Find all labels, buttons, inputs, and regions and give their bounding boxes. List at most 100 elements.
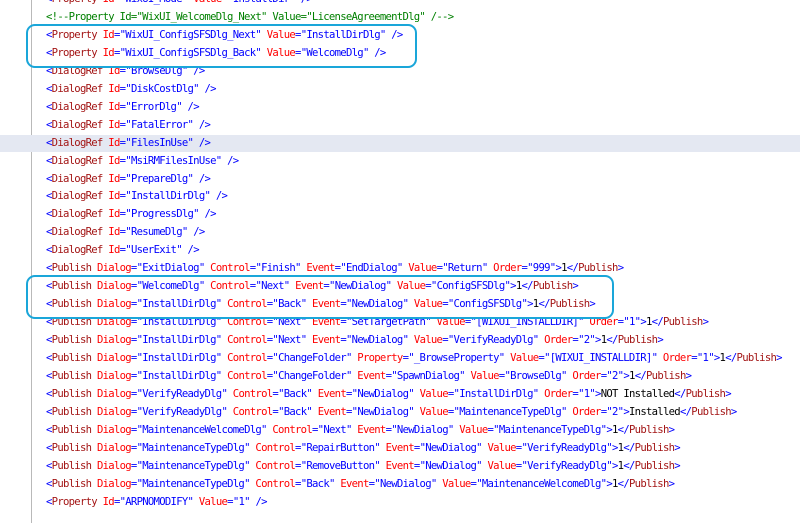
tag-bracket: > [674, 459, 680, 472]
code-line[interactable]: <Publish Dialog="MaintenanceTypeDlg" Con… [46, 476, 675, 493]
attribute-value: "1" [696, 352, 715, 364]
code-line[interactable]: <Publish Dialog="InstallDirDlg" Control=… [46, 350, 782, 367]
attribute-value: "RepairButton" [300, 441, 381, 454]
tag-bracket: > [725, 387, 731, 400]
element-name: Publish [51, 405, 92, 418]
code-line[interactable]: <Publish Dialog="InstallDirDlg" Control=… [46, 368, 692, 385]
attribute-value: "ResumeDlg" [125, 226, 188, 239]
tag-bracket: > [668, 477, 675, 490]
attribute-name: Control [255, 441, 296, 454]
code-line[interactable]: <Publish Dialog="MaintenanceTypeDlg" Con… [46, 458, 681, 475]
editor-gutter [0, 0, 26, 523]
tag-bracket: </ [606, 334, 618, 347]
code-editor[interactable]: <Property Id="WixUI_Mode" Value="Install… [0, 0, 800, 523]
highlight-box [26, 275, 614, 320]
attribute-value: "BrowseDlg" [504, 369, 567, 382]
attribute-name: Value [470, 369, 500, 382]
attribute-value: "ErrorDlg" [125, 100, 182, 113]
attribute-value: "InstallDirDlg" [136, 334, 223, 347]
tag-bracket: > [674, 441, 680, 454]
fold-guide-line [31, 0, 32, 523]
attribute-name: Order [572, 369, 601, 382]
code-line[interactable]: <Publish Dialog="VerifyReadyDlg" Control… [46, 386, 732, 403]
attribute-name: Control [227, 352, 267, 364]
element-name: Publish [51, 459, 92, 472]
attribute-value: "_BrowseProperty" [408, 352, 505, 364]
element-name: Publish [51, 441, 92, 454]
tag-bracket: /> [210, 190, 228, 203]
tag-bracket: </ [623, 459, 635, 472]
attribute-value: "MaintenanceTypeDlg" [136, 441, 251, 454]
tag-bracket: /> [181, 244, 200, 257]
attribute-name: Id [108, 82, 120, 95]
tag-bracket: </ [566, 262, 579, 275]
element-name: Publish [634, 459, 675, 472]
attribute-value: "NewDialog" [351, 387, 415, 400]
code-line[interactable]: <DialogRef Id="PrepareDlg" /> [46, 171, 211, 188]
attribute-name: Value [198, 495, 228, 508]
attribute-value: "1" [232, 495, 251, 508]
attribute-value: "InstallDirDlg" [136, 369, 223, 382]
tag-bracket: /> [193, 136, 211, 149]
attribute-name: Id [108, 226, 120, 239]
attribute-value: "1" [623, 316, 641, 329]
attribute-value: "NewDialog" [346, 334, 409, 347]
code-line[interactable]: <DialogRef Id="FilesInUse" /> [0, 134, 800, 152]
attribute-name: Value [510, 352, 539, 364]
element-name: Publish [51, 423, 92, 436]
code-line[interactable]: <Publish Dialog="InstallDirDlg" Control=… [46, 332, 664, 349]
code-line[interactable]: <DialogRef Id="FatalError" /> [46, 117, 211, 134]
code-line[interactable]: <Publish Dialog="MaintenanceTypeDlg" Con… [46, 440, 681, 457]
attribute-name: Id [108, 208, 120, 221]
attribute-name: Id [108, 118, 120, 131]
tag-bracket: /> [181, 100, 200, 113]
element-name: DialogRef [51, 154, 104, 167]
attribute-name: Dialog [96, 262, 132, 275]
attribute-name: Id [108, 190, 120, 203]
tag-bracket: /> [187, 226, 205, 239]
element-name: Publish [685, 387, 726, 400]
element-name: DialogRef [51, 244, 104, 257]
code-line[interactable]: <DialogRef Id="MsiRMFilesInUse" /> [46, 153, 239, 170]
code-line[interactable]: <Publish Dialog="MaintenanceWelcomeDlg" … [46, 422, 675, 439]
attribute-name: Order [544, 387, 573, 400]
attribute-value: "NewDialog" [374, 477, 437, 490]
tag-bracket: > [776, 352, 782, 364]
attribute-value: "Finish" [255, 262, 301, 275]
attribute-name: Control [210, 262, 250, 275]
attribute-value: "MsiRMFilesInUse" [125, 154, 222, 167]
xml-comment: <!--Property Id="WixUI_WelcomeDlg_Next" … [46, 10, 454, 23]
attribute-value: "999" [527, 262, 556, 275]
element-name: Publish [629, 477, 669, 490]
attribute-value: "VerifyReadyDlg" [136, 405, 228, 418]
element-name: Publish [51, 387, 92, 400]
code-line[interactable]: <DialogRef Id="DiskCostDlg" /> [46, 81, 217, 98]
element-name: Publish [617, 334, 658, 347]
attribute-value: "UserExit" [125, 244, 182, 257]
attribute-value: "2" [606, 369, 624, 382]
code-line[interactable]: <DialogRef Id="UserExit" /> [46, 242, 200, 259]
attribute-value: "MaintenanceWelcomeDlg" [476, 477, 607, 490]
attribute-name: Event [385, 459, 415, 472]
code-line[interactable]: <Property Id="WixUI_Mode" Value="Install… [46, 0, 313, 8]
attribute-name: Value [442, 477, 471, 490]
attribute-name: Id [108, 244, 120, 257]
code-line[interactable]: <Publish Dialog="VerifyReadyDlg" Control… [46, 404, 737, 421]
code-line[interactable]: <DialogRef Id="InstallDirDlg" /> [46, 188, 228, 205]
element-name: DialogRef [51, 82, 104, 95]
attribute-name: Control [272, 423, 312, 436]
code-line[interactable]: <DialogRef Id="ErrorDlg" /> [46, 99, 200, 116]
element-name: Property [52, 0, 98, 5]
code-line[interactable]: <DialogRef Id="ProgressDlg" /> [46, 206, 217, 223]
tag-bracket: /> [198, 82, 217, 95]
tag-bracket: </ [725, 352, 737, 364]
attribute-value: "PrepareDlg" [125, 172, 194, 185]
code-line[interactable]: <Property Id="ARPNOMODIFY" Value="1" /> [46, 494, 268, 511]
element-name: DialogRef [51, 100, 104, 113]
attribute-name: Id [108, 100, 120, 113]
code-line[interactable]: <DialogRef Id="ResumeDlg" /> [46, 224, 205, 241]
attribute-value: "MaintenanceTypeDlg" [136, 477, 251, 490]
element-name: Publish [51, 477, 92, 490]
attribute-value: "NewDialog" [391, 423, 454, 436]
attribute-name: Dialog [96, 423, 132, 436]
